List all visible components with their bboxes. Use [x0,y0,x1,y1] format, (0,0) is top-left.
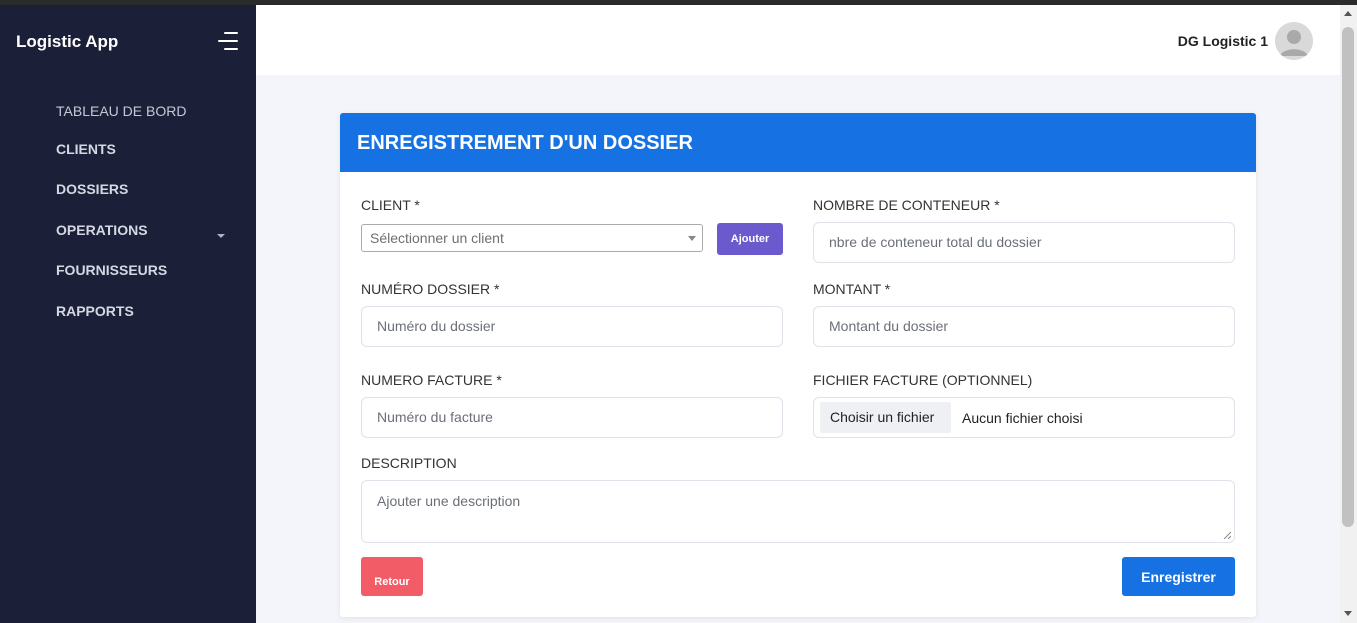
sidebar-item-dossiers[interactable]: DOSSIERS [56,181,128,197]
description-placeholder: Ajouter une description [377,493,521,509]
add-client-button[interactable]: Ajouter [717,223,783,255]
save-button[interactable]: Enregistrer [1122,557,1235,596]
containers-label: NOMBRE DE CONTENEUR * [813,197,1000,213]
card-header: ENREGISTREMENT D'UN DOSSIER [340,113,1256,172]
invoice-number-label: NUMERO FACTURE * [361,372,502,388]
back-button[interactable]: Retour [361,557,423,596]
caret-down-icon [688,236,696,241]
dossier-number-input[interactable]: Numéro du dossier [361,306,783,347]
scroll-down-icon[interactable] [1344,611,1352,616]
sidebar: Logistic App TABLEAU DE BORD CLIENTS DOS… [0,5,256,623]
sidebar-item-fournisseurs[interactable]: FOURNISSEURS [56,262,167,278]
amount-label: MONTANT * [813,281,891,297]
invoice-file-label: FICHIER FACTURE (OPTIONNEL) [813,372,1033,388]
description-label: DESCRIPTION [361,455,457,471]
client-select-value: Sélectionner un client [370,230,504,246]
invoice-file-input[interactable]: Choisir un fichier Aucun fichier choisi [813,397,1235,438]
client-select[interactable]: Sélectionner un client [361,224,703,252]
form-title: ENREGISTREMENT D'UN DOSSIER [357,132,693,154]
top-header: DG Logistic 1 [256,5,1340,75]
description-textarea[interactable]: Ajouter une description [361,480,1235,543]
invoice-number-input[interactable]: Numéro du facture [361,397,783,438]
chevron-down-icon[interactable] [217,234,225,238]
file-status: Aucun fichier choisi [962,410,1083,426]
amount-input[interactable]: Montant du dossier [813,306,1235,347]
dossier-form-card: ENREGISTREMENT D'UN DOSSIER CLIENT * Sél… [340,113,1256,617]
app-title: Logistic App [16,32,119,51]
choose-file-button[interactable]: Choisir un fichier [820,402,951,433]
client-label: CLIENT * [361,197,420,213]
user-name[interactable]: DG Logistic 1 [1178,33,1268,49]
scrollbar-thumb[interactable] [1342,27,1354,527]
page-scrollbar[interactable] [1340,5,1357,623]
menu-toggle-icon[interactable] [216,32,238,50]
resize-handle-icon[interactable] [1223,531,1231,539]
dossier-number-label: NUMÉRO DOSSIER * [361,281,500,297]
scroll-up-icon[interactable] [1344,11,1352,16]
sidebar-item-tableau-de-bord[interactable]: TABLEAU DE BORD [56,103,186,119]
user-avatar-icon[interactable] [1275,22,1313,60]
containers-input[interactable]: nbre de conteneur total du dossier [813,222,1235,263]
sidebar-item-operations[interactable]: OPERATIONS [56,222,148,238]
sidebar-item-rapports[interactable]: RAPPORTS [56,303,134,319]
sidebar-item-clients[interactable]: CLIENTS [56,141,116,157]
